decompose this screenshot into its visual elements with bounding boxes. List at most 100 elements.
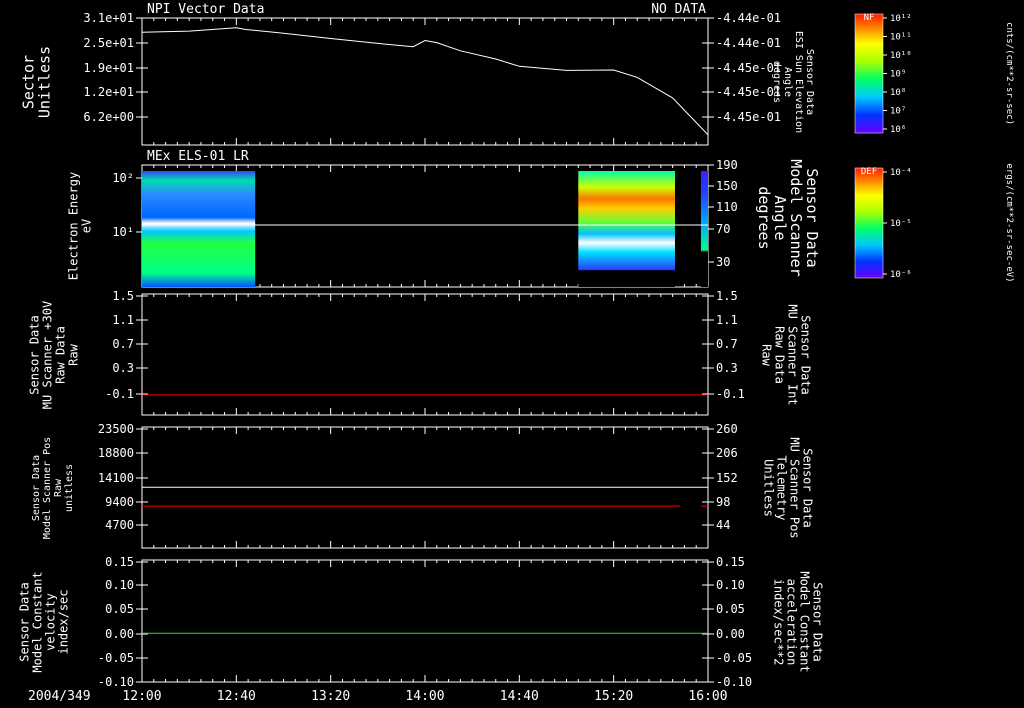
panel-5-right-tick-label: -0.10 xyxy=(716,675,752,689)
svg-text:index/sec: index/sec xyxy=(57,589,71,654)
svg-text:Sensor Data: Sensor Data xyxy=(28,315,42,394)
time-tick-label: 12:40 xyxy=(217,689,256,704)
svg-text:Raw Data: Raw Data xyxy=(54,326,68,384)
svg-text:degrees: degrees xyxy=(771,61,782,103)
panel-1-left-tick-label: 6.2e+00 xyxy=(83,110,134,124)
panel-4-right-tick-label: 260 xyxy=(716,422,738,436)
panel-1-right-ticks: -4.44e-01-4.44e-01-4.45e-01-4.45e-01-4.4… xyxy=(702,11,781,124)
svg-text:Unitless: Unitless xyxy=(761,459,775,517)
svg-text:acceleration: acceleration xyxy=(784,579,798,666)
colorbar-1-gradient xyxy=(854,13,884,134)
panel-4-right-tick-label: 44 xyxy=(716,518,730,532)
panel-1-right-tick-label: -4.44e-01 xyxy=(716,36,781,50)
svg-text:Sensor Data: Sensor Data xyxy=(31,455,42,521)
svg-text:Sensor Data: Sensor Data xyxy=(810,582,824,661)
panel-3-left-axis-label: Sensor Data MU Scanner +30V Raw Data Raw xyxy=(28,301,81,409)
panel-5-frame xyxy=(141,559,709,683)
panel-1-right-tick-label: -4.44e-01 xyxy=(716,11,781,25)
svg-text:10¹¹: 10¹¹ xyxy=(890,33,912,43)
svg-text:10¹²: 10¹² xyxy=(890,14,912,24)
panel-4-left-ticks: 23500 18800 14100 9400 4700 xyxy=(98,422,148,532)
svg-text:10⁶: 10⁶ xyxy=(890,125,906,135)
time-tick-label: 13:20 xyxy=(311,689,350,704)
panel-1-left-tick-label: 1.2e+01 xyxy=(83,85,134,99)
panel-3-left-tick-label: 1.5 xyxy=(112,289,134,303)
panel-5-left-tick-label: 0.15 xyxy=(105,555,134,569)
svg-text:Raw: Raw xyxy=(53,478,64,497)
time-tick-label: 14:00 xyxy=(405,689,444,704)
svg-text:unitless: unitless xyxy=(64,464,75,512)
panel-4-left-tick-label: 23500 xyxy=(98,422,134,436)
panel-3-right-tick-label: 1.1 xyxy=(716,313,738,327)
panel-1-left-tick-label: 1.9e+01 xyxy=(83,61,134,75)
panel-5-left-tick-label: 0.10 xyxy=(105,578,134,592)
panel-2-right-tick-label: 190 xyxy=(716,158,738,172)
panel-5-left-ticks: 0.15 0.10 0.05 0.00 -0.05 -0.10 xyxy=(98,555,148,689)
panel-2-right-tick-label: 110 xyxy=(716,200,738,214)
svg-text:Angle: Angle xyxy=(782,67,793,97)
svg-text:Sensor Data: Sensor Data xyxy=(18,582,32,661)
panel-4-right-tick-label: 152 xyxy=(716,471,738,485)
time-axis: 12:00 12:40 13:20 14:00 14:40 15:20 16:00 xyxy=(122,689,727,704)
panel-1-left-ticks: 3.1e+01 2.5e+01 1.9e+01 1.2e+01 6.2e+00 xyxy=(83,11,148,124)
time-tick-label: 15:20 xyxy=(594,689,633,704)
colorbar-1-title: NF xyxy=(864,13,875,23)
heatmap-block-1 xyxy=(142,171,256,287)
panel-3-left-tick-label: 1.1 xyxy=(112,313,134,327)
panel-5-time-ticks xyxy=(141,560,709,682)
panel-2-right-axis-label: Sensor DataModel ScannerAngledegrees xyxy=(755,159,821,276)
panel-5-left-axis-label: Sensor Data Model Constant velocity index/s… xyxy=(18,571,71,672)
svg-text:Model Constant: Model Constant xyxy=(797,571,811,672)
svg-text:ESI Sun Elevation: ESI Sun Elevation xyxy=(793,31,804,133)
colorbar-2-unit: ergs/(cm**2-sr-sec-eV) xyxy=(1004,163,1014,282)
svg-text:Model Scanner Pos: Model Scanner Pos xyxy=(42,437,53,539)
panel-1-time-ticks xyxy=(141,18,709,145)
heatmap-block-2 xyxy=(578,171,675,287)
panel-2-left-tick-label: 10² xyxy=(112,171,134,185)
panel-4-right-tick-label: 206 xyxy=(716,446,738,460)
svg-text:Electron Energy: Electron Energy xyxy=(67,172,81,280)
stacked-plot: 3.1e+01 2.5e+01 1.9e+01 1.2e+01 6.2e+00 -4.44… xyxy=(18,2,1014,704)
panel-5-left-tick-label: -0.10 xyxy=(98,675,134,689)
panel-1-left-tick-label: 2.5e+01 xyxy=(83,36,134,50)
panel-5-right-tick-label: 0.10 xyxy=(716,578,745,592)
svg-text:MU Scanner Pos: MU Scanner Pos xyxy=(787,437,801,538)
colorbar-1-unit: cnts/(cm**2-sr-sec) xyxy=(1004,22,1014,125)
svg-text:MU Scanner +30V: MU Scanner +30V xyxy=(41,301,55,409)
svg-text:velocity: velocity xyxy=(44,593,58,651)
svg-text:Sensor Data: Sensor Data xyxy=(804,49,815,115)
panel-1-series-line xyxy=(141,27,709,136)
panel-4-right-tick-label: 98 xyxy=(716,495,730,509)
svg-text:10⁻⁵: 10⁻⁵ xyxy=(890,219,912,229)
svg-text:Raw: Raw xyxy=(759,344,773,366)
svg-text:Sensor Data: Sensor Data xyxy=(798,315,812,394)
svg-text:Raw Data: Raw Data xyxy=(772,326,786,384)
colorbar-2-gradient xyxy=(854,167,884,279)
svg-text:10⁻⁶: 10⁻⁶ xyxy=(890,270,912,280)
panel-2-left-axis-label: Electron Energy eV xyxy=(67,172,94,280)
svg-text:Raw: Raw xyxy=(67,343,81,365)
panel-5-right-tick-label: -0.05 xyxy=(716,651,752,665)
svg-text:Telemetry: Telemetry xyxy=(774,455,788,520)
panel-3-left-tick-label: 0.7 xyxy=(112,337,134,351)
svg-text:Model Constant: Model Constant xyxy=(31,571,45,672)
panel-1-frame xyxy=(141,17,709,146)
panel-2-right-tick-label: 70 xyxy=(716,222,730,236)
panel-5-left-tick-label: 0.00 xyxy=(105,627,134,641)
svg-text:cnts/(cm**2-sr-sec): cnts/(cm**2-sr-sec) xyxy=(1004,22,1014,125)
panel-2-left-tick-label: 10¹ xyxy=(112,225,134,239)
panel-4-left-axis-label: Sensor Data Model Scanner Pos Raw unitless xyxy=(31,437,75,539)
svg-text:degrees: degrees xyxy=(755,186,773,249)
time-tick-label: 16:00 xyxy=(688,689,727,704)
panel-3-time-ticks xyxy=(141,294,709,415)
panel-5-right-tick-label: 0.15 xyxy=(716,555,745,569)
svg-text:10¹⁰: 10¹⁰ xyxy=(890,51,912,61)
panel-1-right-tick-label: -4.45e-01 xyxy=(716,110,781,124)
panel-1-title: NPI Vector Data xyxy=(147,2,264,17)
panel-2-right-tick-label: 150 xyxy=(716,179,738,193)
svg-text:Unitless: Unitless xyxy=(35,46,53,118)
panel-4-left-tick-label: 14100 xyxy=(98,471,134,485)
svg-text:10⁹: 10⁹ xyxy=(890,70,906,80)
panel-5-right-axis-label: Sensor DataModel Constantaccelerationind… xyxy=(771,571,824,672)
panel-4-left-tick-label: 4700 xyxy=(105,518,134,532)
